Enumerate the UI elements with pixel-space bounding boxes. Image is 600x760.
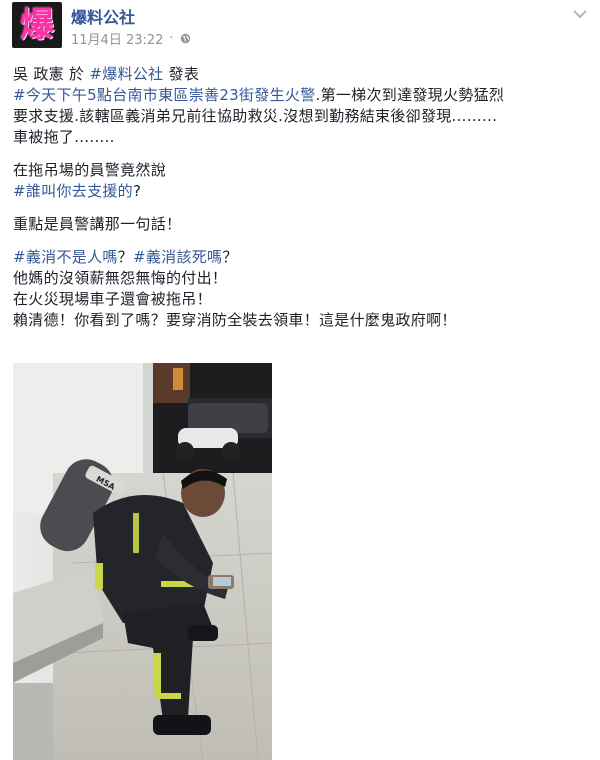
post-line: #義消不是人嗎？#義消該死嗎？ xyxy=(13,247,588,268)
avatar-logo-text: 爆 xyxy=(20,5,54,45)
post-line: 車被拖了........ xyxy=(13,128,115,146)
meta-separator: · xyxy=(169,31,174,46)
post-line: 賴清德！你看到了嗎？要穿消防全裝去領車！這是什麼鬼政府啊！ xyxy=(13,311,457,329)
facebook-post: 爆 爆料公社 11月4日 23:22 · 吳 政憲 於 #爆料公社 發表 #今天… xyxy=(0,0,600,760)
text-fragment: ？ xyxy=(222,248,238,266)
hashtag-link[interactable]: #誰叫你去支援的 xyxy=(13,182,133,200)
text-fragment: 發表 xyxy=(163,65,200,83)
text-fragment: ？ xyxy=(117,248,133,266)
post-timestamp[interactable]: 11月4日 23:22 xyxy=(71,29,163,48)
post-meta: 11月4日 23:22 · xyxy=(71,29,191,48)
author-text: 吳 政憲 於 xyxy=(13,65,90,83)
post-line: 在火災現場車子還會被拖吊！ xyxy=(13,290,212,308)
post-line: #今天下午5點台南市東區崇善23街發生火警.第一梯次到達發現火勢猛烈 xyxy=(13,85,588,106)
post-line: 吳 政憲 於 #爆料公社 發表 xyxy=(13,64,588,85)
firefighter-photo: MSA xyxy=(13,363,272,760)
post-line: 在拖吊場的員警竟然說 xyxy=(13,161,167,179)
post-body: 吳 政憲 於 #爆料公社 發表 #今天下午5點台南市東區崇善23街發生火警.第一… xyxy=(13,64,588,331)
hashtag-link[interactable]: #爆料公社 xyxy=(89,65,163,83)
text-fragment: .第一梯次到達發現火勢猛烈 xyxy=(315,86,505,104)
post-line: 重點是員警講那一句話！ xyxy=(13,215,182,233)
globe-icon[interactable] xyxy=(180,33,191,44)
chevron-down-icon[interactable] xyxy=(572,8,588,20)
post-line: 他媽的沒領薪無怨無悔的付出！ xyxy=(13,269,228,287)
post-photo[interactable]: MSA xyxy=(13,363,272,760)
hashtag-link[interactable]: #義消不是人嗎 xyxy=(13,248,118,266)
page-avatar[interactable]: 爆 xyxy=(12,2,62,48)
page-name-link[interactable]: 爆料公社 xyxy=(71,4,135,28)
hashtag-link[interactable]: #義消該死嗎 xyxy=(133,248,222,266)
post-line: #誰叫你去支援的? xyxy=(13,181,588,202)
hashtag-link[interactable]: #今天下午5點台南市東區崇善23街發生火警 xyxy=(13,86,316,104)
text-fragment: ? xyxy=(132,182,142,200)
post-line: 要求支援.該轄區義消弟兄前往協助救災.沒想到勤務結束後卻發現......... xyxy=(13,107,498,125)
